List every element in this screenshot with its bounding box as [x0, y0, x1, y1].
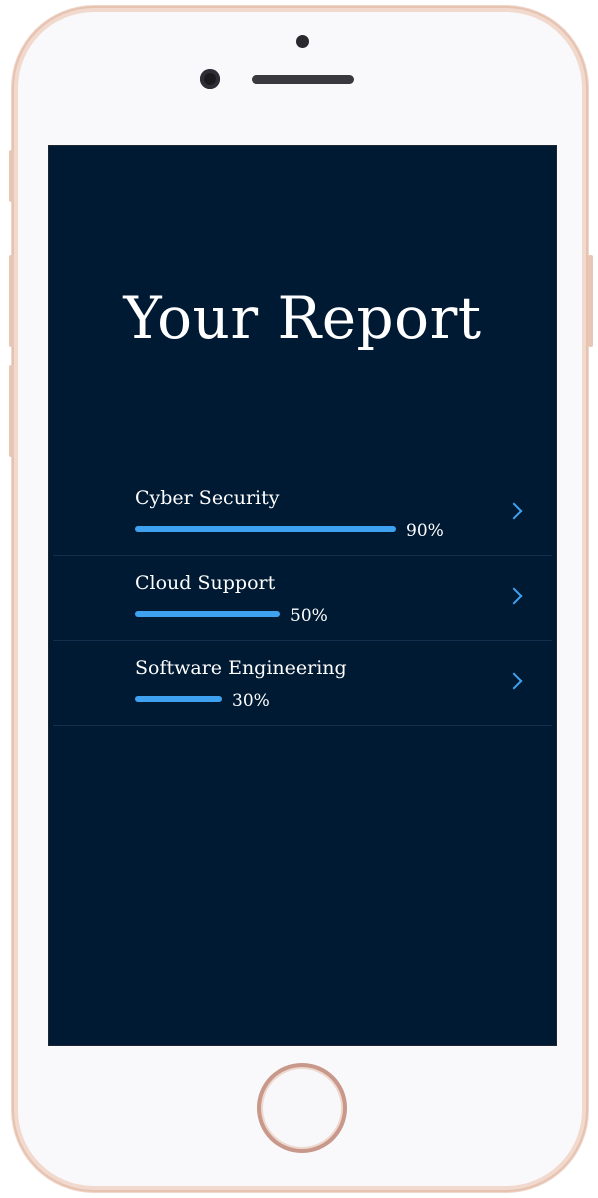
progress-track: [135, 611, 425, 617]
earpiece-speaker: [252, 75, 354, 84]
page-title: Your Report: [123, 284, 482, 352]
progress-percent: 50%: [290, 606, 328, 626]
progress-percent: 90%: [406, 521, 444, 541]
progress-track: [135, 696, 425, 702]
volume-down-button: [9, 365, 14, 457]
mute-switch: [9, 150, 14, 202]
report-row-cyber-security[interactable]: Cyber Security 90%: [53, 471, 552, 556]
progress-track: [135, 526, 425, 532]
report-row-label: Software Engineering: [135, 657, 347, 679]
progress-percent: 30%: [232, 691, 270, 711]
chevron-right-icon[interactable]: [505, 672, 523, 690]
progress-bar: [135, 696, 222, 702]
chevron-right-icon[interactable]: [505, 502, 523, 520]
app-screen: Your Report Cyber Security 90% Cloud Sup…: [48, 145, 557, 1046]
report-list: Cyber Security 90% Cloud Support 50% Sof…: [53, 471, 552, 726]
report-row-cloud-support[interactable]: Cloud Support 50%: [53, 556, 552, 641]
proximity-sensor: [296, 35, 309, 48]
front-camera: [200, 69, 220, 89]
progress-bar: [135, 611, 280, 617]
report-row-software-engineering[interactable]: Software Engineering 30%: [53, 641, 552, 726]
progress-bar: [135, 526, 396, 532]
report-row-label: Cloud Support: [135, 572, 276, 594]
volume-up-button: [9, 255, 14, 347]
home-button[interactable]: [257, 1063, 347, 1153]
report-row-label: Cyber Security: [135, 487, 280, 509]
chevron-right-icon[interactable]: [505, 587, 523, 605]
power-button: [588, 255, 593, 347]
